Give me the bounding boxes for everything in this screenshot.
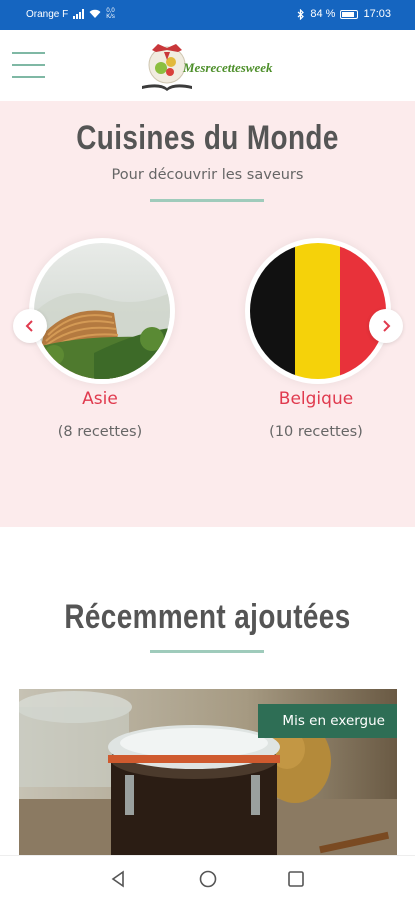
app-header: Mesrecettesweek <box>0 30 415 102</box>
world-cuisines-section: Cuisines du Monde Pour découvrir les sav… <box>0 101 415 527</box>
status-bar: Orange F 0,0 K/s 84 % 17:03 <box>0 0 415 30</box>
carrier-label: Orange F <box>26 8 69 20</box>
cuisine-name-belgique[interactable]: Belgique <box>226 389 406 409</box>
battery-percent: 84 % <box>310 8 336 20</box>
wifi-icon <box>89 9 101 18</box>
rice-terraces-image <box>34 243 170 379</box>
system-nav-bar <box>0 855 415 901</box>
triangle-back-icon[interactable] <box>108 868 130 890</box>
recent-section-title: Récemment ajoutées <box>64 598 351 636</box>
clock: 17:03 <box>363 8 391 20</box>
logo-text: Mesrecettesweek <box>183 60 273 75</box>
featured-recipe-card[interactable]: Mis en exergue <box>19 689 397 855</box>
chevron-right-icon[interactable] <box>369 309 403 343</box>
section-subtitle: Pour découvrir les saveurs <box>111 167 304 183</box>
chevron-left-icon[interactable] <box>13 309 47 343</box>
signal-icon <box>73 9 85 19</box>
hamburger-icon[interactable] <box>12 52 45 78</box>
status-right: 84 % 17:03 <box>297 8 391 20</box>
cuisine-image-asie[interactable] <box>29 238 175 384</box>
net-speed: 0,0 K/s <box>106 8 115 20</box>
section-title: Cuisines du Monde <box>76 119 339 157</box>
square-recents-icon[interactable] <box>285 868 307 890</box>
featured-badge: Mis en exergue <box>258 704 397 738</box>
cuisine-image-belgique[interactable] <box>245 238 391 384</box>
cuisine-count-asie: (8 recettes) <box>57 424 143 440</box>
status-left: Orange F 0,0 K/s <box>26 8 115 20</box>
title-underline <box>150 199 264 202</box>
bluetooth-icon <box>297 8 305 20</box>
belgium-flag-image <box>250 243 386 379</box>
cuisine-name-asie[interactable]: Asie <box>10 389 190 409</box>
cuisine-count-belgique: (10 recettes) <box>269 424 363 440</box>
recent-title-underline <box>150 650 264 653</box>
battery-icon <box>340 9 359 19</box>
circle-home-icon[interactable] <box>197 868 219 890</box>
site-logo[interactable]: Mesrecettesweek <box>140 38 280 94</box>
